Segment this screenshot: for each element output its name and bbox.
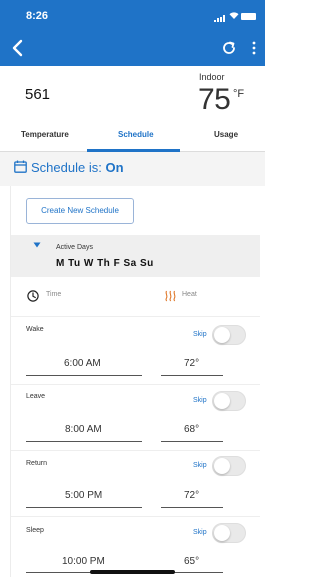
period-label-return: Return [26, 460, 48, 467]
skip-label-wake: Skip [193, 331, 207, 338]
time-underline [26, 375, 142, 376]
temp-underline [161, 441, 223, 442]
period-label-wake: Wake [26, 326, 44, 333]
home-indicator[interactable] [90, 570, 175, 574]
temp-underline [161, 375, 223, 376]
wifi-icon [229, 12, 239, 19]
skip-toggle-sleep[interactable] [212, 523, 246, 543]
cellular-signal-icon [214, 15, 226, 22]
skip-label-leave: Skip [193, 397, 207, 404]
skip-toggle-leave[interactable] [212, 391, 246, 411]
refresh-icon[interactable] [221, 40, 237, 56]
tab-bar: Temperature Schedule Usage [0, 122, 265, 152]
caret-down-icon[interactable] [33, 242, 41, 248]
row-divider [11, 516, 260, 517]
time-value-leave[interactable]: 8:00 AM [65, 424, 102, 435]
active-days-label: Active Days [56, 244, 93, 251]
create-new-schedule-button[interactable]: Create New Schedule [26, 198, 134, 224]
temp-value-leave[interactable]: 68° [184, 424, 199, 435]
app-bar [0, 30, 265, 66]
active-days-value: M Tu W Th F Sa Su [56, 258, 154, 269]
tab-temperature[interactable]: Temperature [21, 130, 69, 139]
heat-waves-icon [165, 290, 176, 302]
time-column-header: Time [46, 291, 62, 298]
time-underline [26, 441, 142, 442]
more-vertical-icon[interactable] [252, 41, 256, 55]
time-value-wake[interactable]: 6:00 AM [64, 358, 101, 369]
tab-schedule[interactable]: Schedule [118, 130, 154, 139]
chevron-left-icon[interactable] [10, 38, 26, 58]
temp-underline [161, 507, 223, 508]
time-underline [26, 507, 142, 508]
period-label-sleep: Sleep [26, 527, 44, 534]
schedule-status-value[interactable]: On [105, 160, 123, 175]
active-days-section[interactable] [11, 235, 260, 277]
time-value-return[interactable]: 5:00 PM [65, 490, 102, 501]
row-divider [11, 316, 260, 317]
schedule-status: Schedule is: On [31, 160, 124, 175]
temp-value-wake[interactable]: 72° [184, 358, 199, 369]
indoor-temperature: 75 [198, 83, 231, 116]
row-divider [11, 384, 260, 385]
time-value-sleep[interactable]: 10:00 PM [62, 556, 105, 567]
status-bar: 8:26 [0, 0, 265, 30]
skip-label-sleep: Skip [193, 529, 207, 536]
tab-usage[interactable]: Usage [214, 130, 238, 139]
skip-label-return: Skip [193, 462, 207, 469]
period-label-leave: Leave [26, 393, 46, 400]
battery-icon [241, 13, 256, 20]
setpoint-value: 561 [25, 86, 51, 103]
heat-column-header: Heat [182, 291, 197, 298]
temp-value-return[interactable]: 72° [184, 490, 199, 501]
row-divider [11, 450, 260, 451]
clock-icon [27, 290, 39, 302]
skip-toggle-return[interactable] [212, 456, 246, 476]
temperature-unit: °F [233, 88, 245, 100]
skip-toggle-wake[interactable] [212, 325, 246, 345]
indoor-label: Indoor [199, 72, 225, 82]
temp-value-sleep[interactable]: 65° [184, 556, 199, 567]
status-time: 8:26 [26, 10, 49, 22]
schedule-status-label: Schedule is: [31, 160, 102, 175]
calendar-icon [14, 160, 27, 173]
